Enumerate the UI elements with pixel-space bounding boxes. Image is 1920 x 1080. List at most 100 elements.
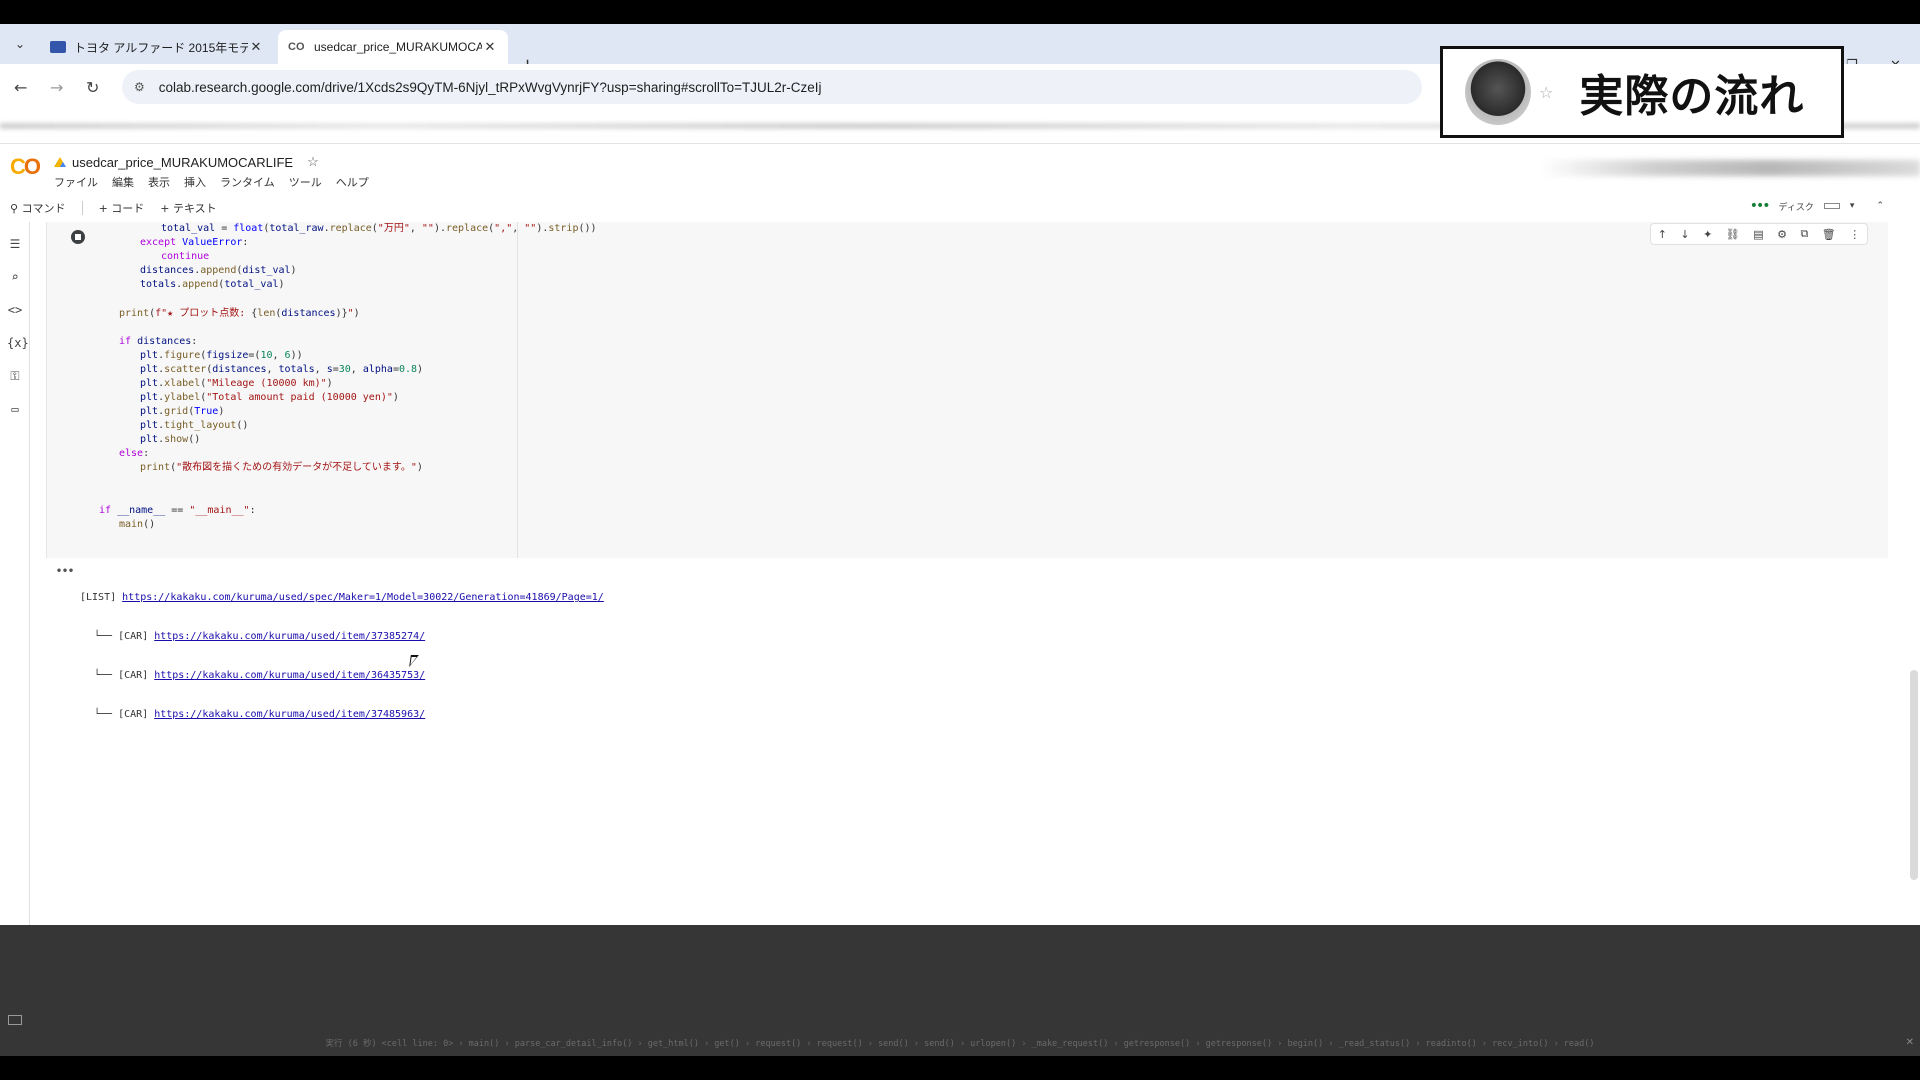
toc-icon[interactable]: ☰ (7, 236, 23, 252)
output-link[interactable]: https://kakaku.com/kuruma/used/item/3748… (154, 709, 425, 720)
star-icon: ☆ (1539, 82, 1554, 102)
code-line: if __name__ == "__main__": (99, 505, 256, 516)
move-up-icon[interactable]: ↑ (1658, 228, 1667, 241)
menu-tools[interactable]: ツール (289, 174, 322, 190)
more-options-icon[interactable]: ⋮ (1849, 228, 1860, 241)
url-omnibox[interactable]: ⚙ colab.research.google.com/drive/1Xcds2… (122, 70, 1422, 104)
code-snippets-icon[interactable]: <> (7, 302, 23, 318)
overlay-title-text: 実際の流れ (1579, 71, 1805, 122)
dropdown-chevron-icon[interactable]: ▾ (1850, 201, 1855, 211)
channel-logo (1465, 59, 1531, 125)
colab-favicon-icon: CO (288, 41, 305, 53)
toolbar-divider (81, 201, 83, 215)
url-text: colab.research.google.com/drive/1Xcds2s9… (158, 79, 822, 95)
kakaku-favicon-icon (50, 41, 66, 53)
code-line: plt.figure(figsize=(10, 6)) (140, 350, 303, 361)
code-line: main() (119, 519, 156, 530)
star-icon[interactable]: ☆ (307, 154, 319, 170)
command-button[interactable]: ⚲ コマンド (10, 200, 66, 216)
find-icon[interactable]: ⌕ (7, 269, 23, 285)
code-line: print("散布図を描くための有効データが不足しています。") (140, 462, 423, 473)
code-line: totals.append(total_val) (140, 279, 285, 290)
code-cell[interactable]: total_val = float(total_raw.replace("万円"… (46, 222, 1888, 558)
menu-file[interactable]: ファイル (54, 174, 98, 190)
cell-divider (517, 222, 518, 558)
colab-logo[interactable]: CO (10, 154, 41, 180)
car-prefix: └── [CAR] (94, 631, 155, 642)
reload-icon[interactable]: ↻ (86, 78, 99, 97)
output-car-line: └── [CAR] https://kakaku.com/kuruma/used… (80, 708, 604, 721)
forward-icon[interactable]: → (50, 78, 63, 97)
code-line: plt.grid(True) (140, 406, 225, 417)
code-line: print(f"★ プロット点数: {len(distances)}") (119, 308, 360, 319)
gemini-sparkle-icon[interactable]: ✦ (1703, 228, 1712, 241)
colab-menubar: ファイル 編集 表示 挿入 ランタイム ツール ヘルプ (54, 174, 369, 190)
left-sidebar: ☰ ⌕ <> {x} ⚿ ▭ (0, 222, 30, 1040)
colab-header: CO usedcar_price_MURAKUMOCARLIFE ☆ ファイル … (0, 144, 1920, 222)
menu-insert[interactable]: 挿入 (184, 174, 206, 190)
menu-view[interactable]: 表示 (148, 174, 170, 190)
code-line: distances.append(dist_val) (140, 265, 297, 276)
output-car-line: └── [CAR] https://kakaku.com/kuruma/used… (80, 630, 604, 643)
code-line: plt.tight_layout() (140, 420, 249, 431)
list-prefix: [LIST] (80, 592, 123, 603)
code-line: plt.show() (140, 434, 201, 445)
comment-icon[interactable]: ▤ (1753, 228, 1763, 241)
video-title-overlay: ☆ 実際の流れ (1440, 46, 1844, 138)
secrets-key-icon[interactable]: ⚿ (7, 368, 23, 384)
notebook-area: total_val = float(total_raw.replace("万円"… (30, 222, 1920, 925)
output-car-line: └── [CAR] https://kakaku.com/kuruma/used… (80, 669, 604, 682)
collapse-chevron-icon[interactable]: ⌃ (1876, 201, 1884, 211)
tab-colab[interactable]: CO usedcar_price_MURAKUMOCAR ✕ (278, 30, 508, 64)
output-list-line: [LIST] https://kakaku.com/kuruma/used/sp… (80, 591, 604, 604)
code-line: continue (161, 251, 210, 262)
menu-help[interactable]: ヘルプ (336, 174, 369, 190)
code-line: plt.ylabel("Total amount paid (10000 yen… (140, 392, 399, 403)
tab-label: トヨタ アルファード 2015年モデルの中 (74, 40, 248, 55)
tab-close-icon[interactable]: ✕ (248, 39, 264, 55)
tab-close-icon[interactable]: ✕ (482, 39, 498, 55)
colab-toolbar: ⚲ コマンド + コード + テキスト (0, 196, 1920, 220)
files-folder-icon[interactable]: ▭ (7, 401, 23, 417)
back-icon[interactable]: ← (14, 78, 27, 97)
command-label: コマンド (21, 202, 66, 215)
add-text-button[interactable]: + テキスト (160, 200, 216, 216)
notebook-title-text: usedcar_price_MURAKUMOCARLIFE (72, 154, 294, 170)
mirror-cell-icon[interactable]: ⧉ (1800, 227, 1808, 241)
search-icon: ⚲ (10, 202, 22, 215)
scrollbar[interactable] (1910, 670, 1918, 880)
car-prefix: └── [CAR] (94, 709, 155, 720)
output-link[interactable]: https://kakaku.com/kuruma/used/item/3738… (154, 631, 425, 642)
cell-output: ••• [LIST] https://kakaku.com/kuruma/use… (46, 565, 604, 720)
tab-list-chevron-icon[interactable]: ⌄ (8, 32, 32, 56)
drive-icon (54, 157, 66, 167)
notebook-title[interactable]: usedcar_price_MURAKUMOCARLIFE ☆ (54, 154, 319, 170)
add-code-button[interactable]: + コード (99, 200, 145, 216)
top-black-bar (0, 0, 1920, 24)
runtime-status[interactable]: ••• ディスク ▾ ⌃ (1750, 198, 1884, 214)
output-link[interactable]: https://kakaku.com/kuruma/used/spec/Make… (122, 592, 604, 603)
mouse-cursor (409, 655, 419, 667)
output-menu-icon[interactable]: ••• (56, 565, 74, 578)
code-line: total_val = float(total_raw.replace("万円"… (161, 223, 597, 234)
menu-edit[interactable]: 編集 (112, 174, 134, 190)
delete-icon[interactable]: 🗑 (1822, 228, 1836, 241)
resource-bar (1823, 203, 1840, 209)
move-down-icon[interactable]: ↓ (1680, 228, 1689, 241)
code-line: plt.scatter(distances, totals, s=30, alp… (140, 364, 424, 375)
status-close-icon[interactable]: ✕ (1906, 1037, 1914, 1048)
settings-gear-icon[interactable]: ⚙ (1777, 228, 1787, 241)
tab-label: usedcar_price_MURAKUMOCAR (314, 40, 482, 54)
status-bar-text: 実行 (6 秒) <cell line: 0> › main() › parse… (325, 1039, 1595, 1049)
bottom-panel: 実行 (6 秒) <cell line: 0> › main() › parse… (0, 925, 1920, 1056)
variables-icon[interactable]: {x} (7, 335, 29, 351)
output-link[interactable]: https://kakaku.com/kuruma/used/item/3643… (154, 670, 425, 681)
tab-kakaku[interactable]: トヨタ アルファード 2015年モデルの中 ✕ (40, 30, 274, 64)
car-prefix: └── [CAR] (94, 670, 155, 681)
site-settings-icon[interactable]: ⚙ (134, 80, 145, 94)
terminal-icon[interactable] (8, 1015, 22, 1025)
code-editor[interactable]: total_val = float(total_raw.replace("万円"… (47, 222, 597, 530)
link-icon[interactable]: ⛓ (1726, 228, 1740, 241)
connected-check-icon: ••• (1749, 198, 1771, 214)
menu-runtime[interactable]: ランタイム (220, 174, 275, 190)
